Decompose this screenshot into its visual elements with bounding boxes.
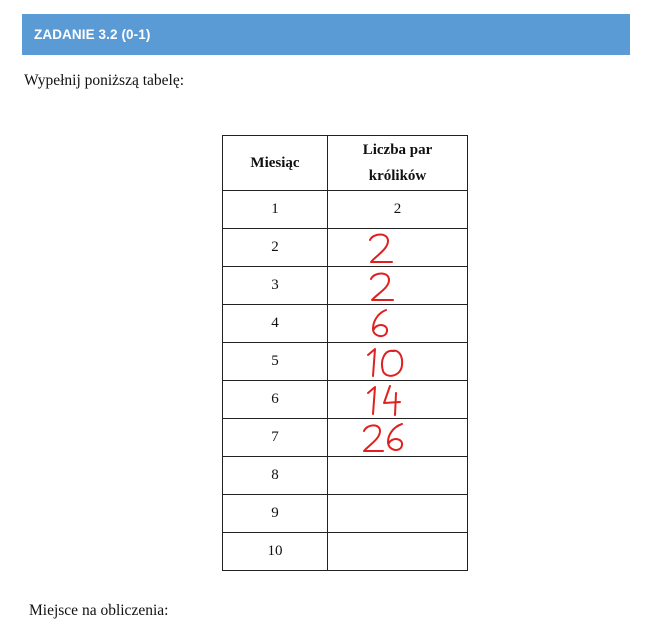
task-header-bar: ZADANIE 3.2 (0-1) — [22, 14, 630, 55]
pairs-cell[interactable]: 2 — [327, 190, 468, 229]
handwritten-value — [364, 269, 404, 303]
month-cell: 8 — [222, 456, 328, 495]
table-row: 9 — [222, 494, 468, 533]
table-row: 7 — [222, 418, 468, 457]
rabbit-pairs-table: Miesiąc Liczba par królików 1 2 2 3 4 5 … — [222, 135, 468, 571]
handwritten-6 — [372, 309, 389, 337]
pairs-cell[interactable] — [327, 380, 468, 419]
month-cell: 9 — [222, 494, 328, 533]
handwritten-value — [364, 345, 414, 379]
handwritten-10 — [367, 348, 404, 377]
pairs-cell[interactable] — [327, 266, 468, 305]
pairs-cell[interactable] — [327, 228, 468, 267]
month-cell: 1 — [222, 190, 328, 229]
handwritten-26 — [363, 423, 404, 452]
rabbit-table-container: Miesiąc Liczba par królików 1 2 2 3 4 5 … — [222, 135, 468, 571]
month-cell: 3 — [222, 266, 328, 305]
table-row: 4 — [222, 304, 468, 343]
table-row: 6 — [222, 380, 468, 419]
table-row: 10 — [222, 532, 468, 571]
task-title: ZADANIE 3.2 (0-1) — [34, 27, 151, 42]
handwritten-value — [360, 421, 420, 455]
table-row: 1 2 — [222, 190, 468, 229]
printed-value: 2 — [393, 201, 402, 217]
handwritten-2 — [369, 233, 393, 263]
pairs-cell-empty[interactable] — [327, 494, 468, 533]
month-cell: 7 — [222, 418, 328, 457]
month-cell: 4 — [222, 304, 328, 343]
instruction-text: Wypełnij poniższą tabelę: — [24, 72, 185, 89]
column-header-pairs-label: Liczba par królików — [362, 142, 433, 184]
table-header-row: Miesiąc Liczba par królików — [222, 135, 468, 191]
month-cell: 5 — [222, 342, 328, 381]
month-cell: 10 — [222, 532, 328, 571]
handwritten-value — [364, 231, 404, 265]
calculation-space-label: Miejsce na obliczenia: — [29, 602, 169, 619]
handwritten-14 — [367, 385, 401, 416]
handwritten-value — [364, 383, 414, 417]
table-row: 8 — [222, 456, 468, 495]
pairs-cell[interactable] — [327, 304, 468, 343]
column-header-pairs: Liczba par królików — [327, 135, 468, 191]
pairs-cell-empty[interactable] — [327, 532, 468, 571]
handwritten-2 — [370, 272, 394, 301]
table-row: 3 — [222, 266, 468, 305]
table-row: 5 — [222, 342, 468, 381]
pairs-cell[interactable] — [327, 418, 468, 457]
pairs-cell-empty[interactable] — [327, 456, 468, 495]
pairs-cell[interactable] — [327, 342, 468, 381]
month-cell: 6 — [222, 380, 328, 419]
column-header-month: Miesiąc — [222, 135, 328, 191]
table-row: 2 — [222, 228, 468, 267]
month-cell: 2 — [222, 228, 328, 267]
handwritten-value — [364, 307, 404, 341]
